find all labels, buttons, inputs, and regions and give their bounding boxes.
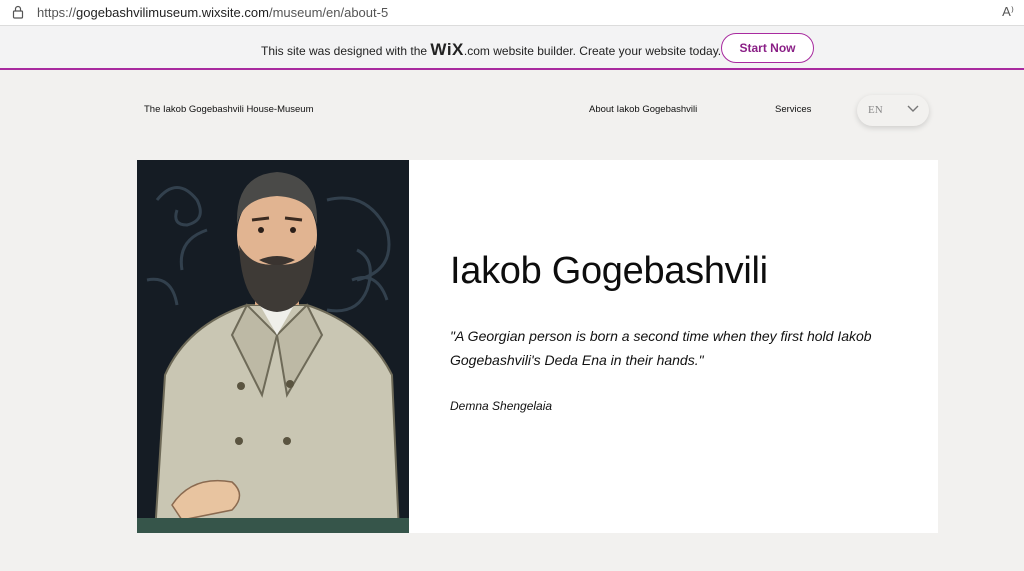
quote-author: Demna Shengelaia [450, 399, 553, 413]
wix-banner-text-before: This site was designed with the [261, 44, 431, 58]
quote-text: "A Georgian person is born a second time… [450, 328, 872, 368]
url-text[interactable]: https://gogebashvilimuseum.wixsite.com/m… [37, 5, 388, 20]
wix-promo-banner: This site was designed with the WiX.com … [0, 26, 1024, 70]
site-title[interactable]: The Iakob Gogebashvili House-Museum [144, 104, 314, 115]
wix-banner-text-after: website builder. Create your website tod… [489, 44, 722, 58]
about-card: Iakob Gogebashvili "A Georgian person is… [137, 160, 938, 533]
wix-banner-text: This site was designed with the WiX.com … [261, 40, 721, 60]
nav-item-about[interactable]: About Iakob Gogebashvili [589, 104, 697, 115]
chevron-down-icon [907, 105, 919, 112]
browser-address-bar[interactable]: https://gogebashvilimuseum.wixsite.com/m… [0, 0, 1024, 26]
wix-dotcom: .com [463, 44, 490, 58]
page-heading: Iakob Gogebashvili [450, 250, 768, 292]
url-prefix: https:// [37, 5, 77, 20]
lock-icon [12, 5, 24, 19]
portrait-illustration [137, 160, 409, 533]
url-path: /museum/en/about-5 [268, 5, 389, 20]
read-aloud-icon[interactable]: A⁾ [1002, 4, 1014, 20]
wix-logo[interactable]: WiX [430, 40, 463, 59]
nav-item-services[interactable]: Services [775, 104, 811, 115]
url-host: gogebashvilimuseum.wixsite.com [76, 5, 269, 20]
language-selector[interactable]: EN [857, 95, 929, 126]
language-label: EN [868, 104, 883, 116]
start-now-button[interactable]: Start Now [721, 33, 814, 63]
